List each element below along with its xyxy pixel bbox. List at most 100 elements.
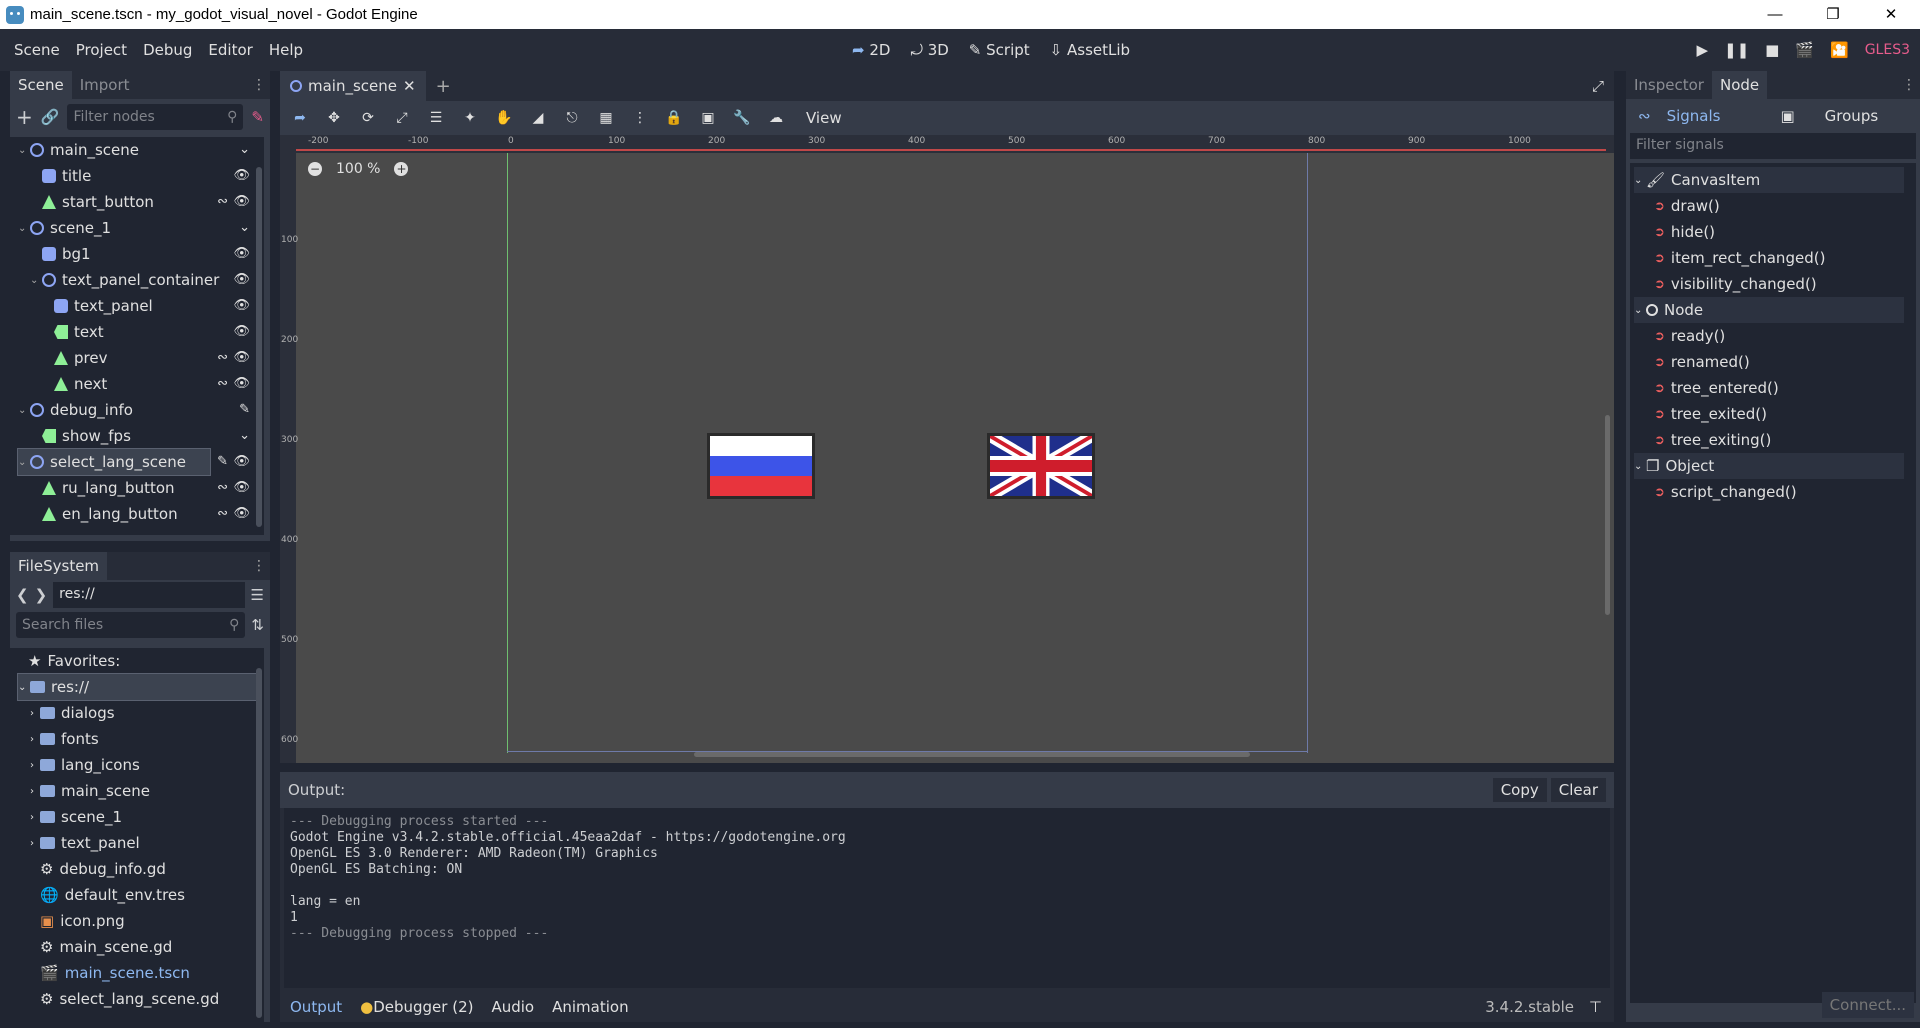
tree-node-en-lang-button[interactable]: en_lang_button: [42, 501, 178, 527]
signal-icon[interactable]: ∾: [217, 376, 228, 391]
tab-inspector[interactable]: Inspector: [1626, 71, 1712, 99]
skeleton-icon[interactable]: 🔧: [730, 110, 754, 126]
folder-root[interactable]: ⌄ res://: [17, 673, 259, 701]
pan-tool-icon[interactable]: ✋: [492, 110, 516, 126]
visibility-icon[interactable]: 👁: [233, 350, 250, 365]
favorites-item[interactable]: ★ Favorites:: [28, 648, 120, 674]
snap-options-icon[interactable]: ⋮: [628, 110, 652, 126]
canvas-2d[interactable]: -200 -100 0 100 200 300 400 500 600 700 …: [280, 135, 1614, 763]
visibility-icon[interactable]: 👁: [233, 454, 250, 469]
minimize-button[interactable]: —: [1746, 0, 1804, 29]
tab-animation[interactable]: Animation: [552, 998, 628, 1016]
select-tool-icon[interactable]: ➦: [288, 110, 312, 126]
signal-tree-exited[interactable]: ➲ tree_exited(): [1654, 401, 1767, 427]
dock-menu-icon[interactable]: ⋮: [252, 558, 266, 574]
play-custom-scene-icon[interactable]: 🎦: [1830, 41, 1849, 59]
collapse-icon[interactable]: ⌄: [239, 428, 250, 443]
menu-project[interactable]: Project: [68, 41, 135, 59]
russian-flag-image[interactable]: [707, 433, 815, 499]
move-tool-icon[interactable]: ✥: [322, 110, 346, 126]
tree-node-bg1[interactable]: bg1: [42, 241, 91, 267]
tree-node-scene-1[interactable]: ⌄ scene_1: [18, 215, 111, 241]
tab-filesystem[interactable]: FileSystem: [10, 552, 108, 580]
collapse-icon[interactable]: ⌄: [239, 142, 250, 157]
uk-flag-image[interactable]: [987, 430, 1095, 502]
stop-icon[interactable]: ■: [1765, 41, 1779, 59]
file-list-scrollbar[interactable]: [256, 668, 262, 1018]
menu-scene[interactable]: Scene: [6, 41, 68, 59]
tree-node-debug-info[interactable]: ⌄ debug_info: [18, 397, 133, 423]
play-scene-icon[interactable]: 🎬: [1795, 41, 1814, 59]
tree-node-main-scene[interactable]: ⌄ main_scene: [18, 137, 139, 163]
folder-dialogs[interactable]: › dialogs: [30, 700, 115, 726]
class-node[interactable]: ⌄ Node: [1634, 297, 1904, 323]
tree-node-start-button[interactable]: start_button: [42, 189, 154, 215]
class-object[interactable]: ⌄ ❐ Object: [1634, 453, 1904, 479]
file-icon-png[interactable]: ▣ icon.png: [40, 908, 125, 934]
tree-node-ru-lang-button[interactable]: ru_lang_button: [42, 475, 175, 501]
sort-icon[interactable]: ⇅: [251, 616, 264, 634]
ruler-tool-icon[interactable]: ◢: [526, 110, 550, 126]
folder-scene-1[interactable]: › scene_1: [30, 804, 122, 830]
tree-node-next[interactable]: next: [54, 371, 107, 397]
tab-node[interactable]: Node: [1711, 71, 1768, 99]
tree-node-show-fps[interactable]: show_fps: [42, 423, 131, 449]
file-main-scene-tscn[interactable]: 🎬 main_scene.tscn: [40, 960, 190, 986]
tree-node-text-panel[interactable]: text_panel: [54, 293, 153, 319]
canvas-vscrollbar[interactable]: [1605, 415, 1610, 615]
new-tab-icon[interactable]: +: [436, 76, 451, 97]
script-attached-icon[interactable]: ✎: [217, 454, 228, 469]
zoom-out-icon[interactable]: −: [308, 162, 322, 176]
folder-main-scene[interactable]: › main_scene: [30, 778, 150, 804]
tab-groups[interactable]: Groups: [1825, 107, 1878, 125]
filter-signals-input[interactable]: Filter signals: [1630, 133, 1916, 159]
tab-output[interactable]: Output: [290, 998, 342, 1016]
file-main-scene-gd[interactable]: ⚙ main_scene.gd: [40, 934, 172, 960]
visibility-icon[interactable]: 👁: [233, 298, 250, 313]
expand-panel-icon[interactable]: ⊤: [1589, 998, 1602, 1016]
visibility-icon[interactable]: 👁: [233, 324, 250, 339]
file-debug-info-gd[interactable]: ⚙ debug_info.gd: [40, 856, 166, 882]
dock-menu-icon[interactable]: ⋮: [252, 77, 266, 93]
tree-node-prev[interactable]: prev: [54, 345, 107, 371]
mode-2d-button[interactable]: ➦ 2D: [852, 41, 890, 59]
distraction-free-icon[interactable]: ⤢: [1592, 77, 1604, 95]
tree-node-text-panel-container[interactable]: ⌄ text_panel_container: [30, 267, 219, 293]
signal-draw[interactable]: ➲ draw(): [1654, 193, 1720, 219]
add-node-icon[interactable]: +: [16, 105, 33, 129]
visibility-icon[interactable]: 👁: [233, 480, 250, 495]
signal-icon[interactable]: ∾: [217, 350, 228, 365]
signal-tree-exiting[interactable]: ➲ tree_exiting(): [1654, 427, 1771, 453]
tab-main-scene[interactable]: main_scene ✕: [280, 71, 426, 101]
script-icon[interactable]: ✎: [251, 108, 264, 126]
path-field[interactable]: res://: [53, 582, 245, 608]
mode-3d-button[interactable]: ⤾ 3D: [910, 41, 948, 59]
visibility-icon[interactable]: 👁: [233, 506, 250, 521]
signal-item-rect-changed[interactable]: ➲ item_rect_changed(): [1654, 245, 1825, 271]
tab-signals[interactable]: Signals: [1667, 107, 1721, 125]
list-select-icon[interactable]: ☰: [424, 110, 448, 126]
dock-menu-icon[interactable]: ⋮: [1902, 77, 1916, 93]
file-select-lang-scene-gd[interactable]: ⚙ select_lang_scene.gd: [40, 986, 219, 1012]
visibility-icon[interactable]: 👁: [233, 246, 250, 261]
tab-audio[interactable]: Audio: [491, 998, 534, 1016]
menu-editor[interactable]: Editor: [200, 41, 260, 59]
signal-hide[interactable]: ➲ hide(): [1654, 219, 1715, 245]
output-log[interactable]: --- Debugging process started --- Godot E…: [284, 808, 1610, 988]
tab-debugger[interactable]: ●Debugger (2): [360, 998, 473, 1016]
tab-scene[interactable]: Scene: [10, 71, 72, 99]
mode-script-button[interactable]: ✎ Script: [969, 41, 1030, 59]
menu-help[interactable]: Help: [261, 41, 311, 59]
rotate-tool-icon[interactable]: ⟳: [356, 110, 380, 126]
tab-import[interactable]: Import: [72, 71, 138, 99]
signal-icon[interactable]: ∾: [217, 480, 228, 495]
menu-debug[interactable]: Debug: [135, 41, 200, 59]
zoom-in-icon[interactable]: +: [394, 162, 409, 176]
close-window-button[interactable]: ✕: [1862, 0, 1920, 29]
mode-assetlib-button[interactable]: ⇩ AssetLib: [1050, 41, 1130, 59]
file-default-env-tres[interactable]: 🌐 default_env.tres: [40, 882, 185, 908]
folder-text-panel[interactable]: › text_panel: [30, 830, 140, 856]
play-icon[interactable]: ▶: [1696, 41, 1708, 59]
signal-tree-entered[interactable]: ➲ tree_entered(): [1654, 375, 1779, 401]
restore-button[interactable]: ❐: [1804, 0, 1862, 29]
